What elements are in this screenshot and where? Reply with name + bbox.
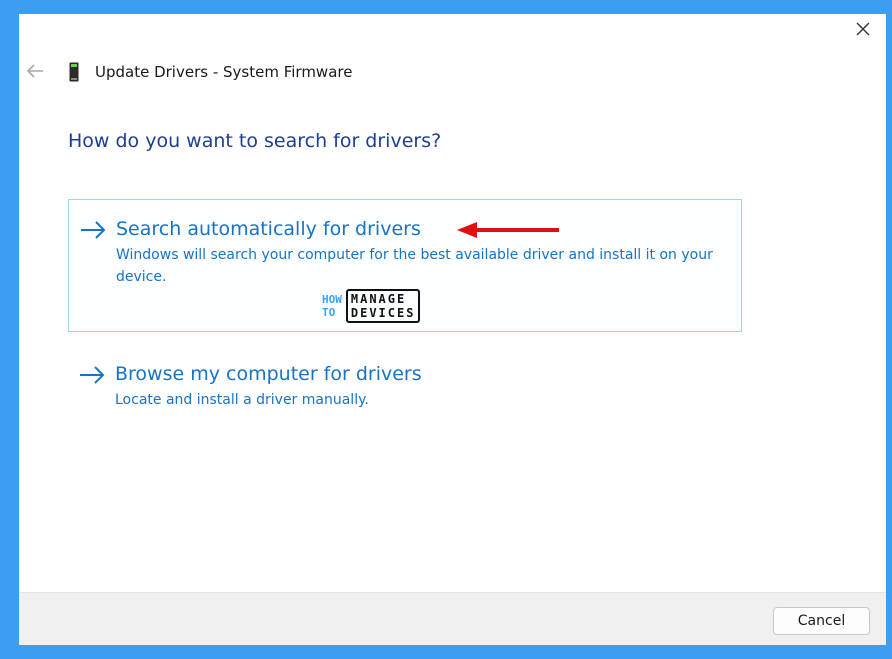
- title-row: Update Drivers - System Firmware: [69, 61, 352, 83]
- right-arrow-icon: [81, 221, 106, 239]
- right-arrow-icon: [80, 366, 105, 384]
- window-title: Update Drivers - System Firmware: [95, 63, 353, 81]
- option-title: Browse my computer for drivers: [115, 363, 422, 385]
- back-button[interactable]: [23, 60, 47, 82]
- close-button[interactable]: [840, 14, 886, 44]
- dialog-footer: Cancel: [19, 592, 886, 645]
- watermark-right: MANAGE DEVICES: [345, 289, 421, 323]
- red-arrow-icon: [457, 222, 559, 238]
- page-heading: How do you want to search for drivers?: [68, 130, 442, 152]
- watermark-left: HOW TO: [322, 293, 342, 319]
- watermark-devices: DEVICES: [350, 306, 416, 320]
- device-icon: [69, 62, 79, 82]
- option-description: Windows will search your computer for th…: [116, 247, 713, 285]
- browse-computer-option[interactable]: Browse my computer for drivers Locate an…: [68, 345, 742, 425]
- cancel-button[interactable]: Cancel: [773, 607, 870, 635]
- watermark-how: HOW: [322, 293, 342, 306]
- watermark-logo: HOW TO MANAGE DEVICES: [322, 289, 421, 323]
- watermark-to: TO: [322, 306, 336, 319]
- back-arrow-icon: [26, 64, 43, 78]
- close-icon: [856, 22, 870, 36]
- update-drivers-dialog: Update Drivers - System Firmware How do …: [19, 14, 886, 645]
- option-title: Search automatically for drivers: [116, 218, 421, 240]
- watermark-manage: MANAGE: [350, 292, 407, 306]
- option-description: Locate and install a driver manually.: [115, 392, 369, 408]
